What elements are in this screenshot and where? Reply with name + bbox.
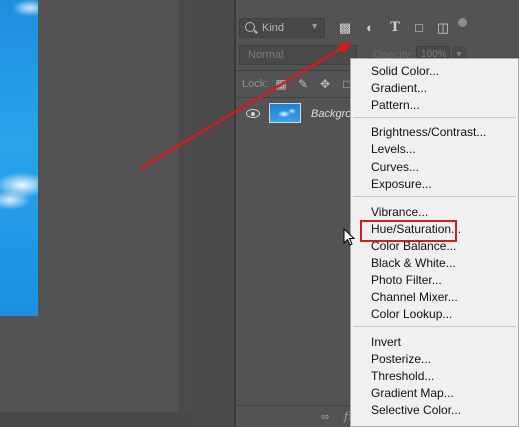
lock-label: Lock: — [242, 78, 269, 90]
canvas-image-sky — [0, 0, 38, 316]
menu-item-vibrance[interactable]: Vibrance... — [371, 205, 428, 219]
menu-item-gradient-map[interactable]: Gradient Map... — [371, 386, 454, 400]
menu-item-solid-color[interactable]: Solid Color... — [371, 64, 439, 78]
shape-filter-icon[interactable]: □ — [411, 20, 427, 36]
canvas-horizontal-scrollbar[interactable] — [0, 412, 194, 427]
blend-mode-select[interactable]: Normal — [239, 45, 357, 65]
smart-object-filter-icon[interactable]: ◫ — [435, 20, 451, 36]
kind-filter-label: Kind — [262, 22, 285, 34]
layer-name[interactable]: Background — [311, 108, 351, 120]
menu-item-brightness-contrast[interactable]: Brightness/Contrast... — [371, 125, 486, 139]
menu-separator — [353, 326, 516, 327]
menu-item-gradient[interactable]: Gradient... — [371, 81, 427, 95]
menu-item-invert[interactable]: Invert — [371, 335, 401, 349]
lock-position-icon[interactable]: ✥ — [318, 77, 332, 91]
menu-item-exposure[interactable]: Exposure... — [371, 177, 432, 191]
menu-item-curves[interactable]: Curves... — [371, 160, 419, 174]
panel-dock-gutter — [194, 0, 234, 427]
visibility-eye-icon[interactable] — [246, 109, 260, 118]
menu-item-black-white[interactable]: Black & White... — [371, 256, 456, 270]
menu-separator — [353, 196, 516, 197]
filter-toggle-icon[interactable] — [458, 18, 467, 27]
annotation-highlight-box — [360, 220, 457, 242]
new-adjustment-layer-menu: Solid Color... Gradient... Pattern... Br… — [350, 58, 519, 427]
lock-pixels-icon[interactable]: ▦ — [274, 77, 288, 91]
lock-paint-icon[interactable]: ✎ — [296, 77, 310, 91]
menu-item-threshold[interactable]: Threshold... — [371, 369, 434, 383]
menu-separator — [353, 117, 516, 118]
layer-filter-row: Kind ▼ ▩ ◐ T □ ◫ — [236, 14, 519, 42]
layer-thumbnail — [269, 103, 301, 123]
menu-item-selective-color[interactable]: Selective Color... — [371, 403, 461, 417]
search-icon — [245, 22, 255, 32]
menu-item-levels[interactable]: Levels... — [371, 142, 416, 156]
menu-item-photo-filter[interactable]: Photo Filter... — [371, 273, 442, 287]
kind-filter-select[interactable]: Kind ▼ — [239, 18, 325, 38]
canvas-vertical-scrollbar[interactable] — [178, 0, 194, 412]
image-filter-icon[interactable]: ▩ — [337, 20, 353, 36]
menu-item-pattern[interactable]: Pattern... — [371, 98, 420, 112]
menu-item-posterize[interactable]: Posterize... — [371, 352, 431, 366]
menu-item-color-lookup[interactable]: Color Lookup... — [371, 307, 452, 321]
mouse-cursor-icon — [343, 228, 355, 246]
document-canvas[interactable] — [0, 0, 178, 427]
adjustment-filter-icon[interactable]: ◐ — [362, 20, 378, 36]
link-layers-icon[interactable]: ∞ — [318, 410, 332, 424]
menu-item-channel-mixer[interactable]: Channel Mixer... — [371, 290, 458, 304]
type-filter-icon[interactable]: T — [387, 20, 403, 36]
chevron-down-icon: ▼ — [310, 21, 319, 31]
